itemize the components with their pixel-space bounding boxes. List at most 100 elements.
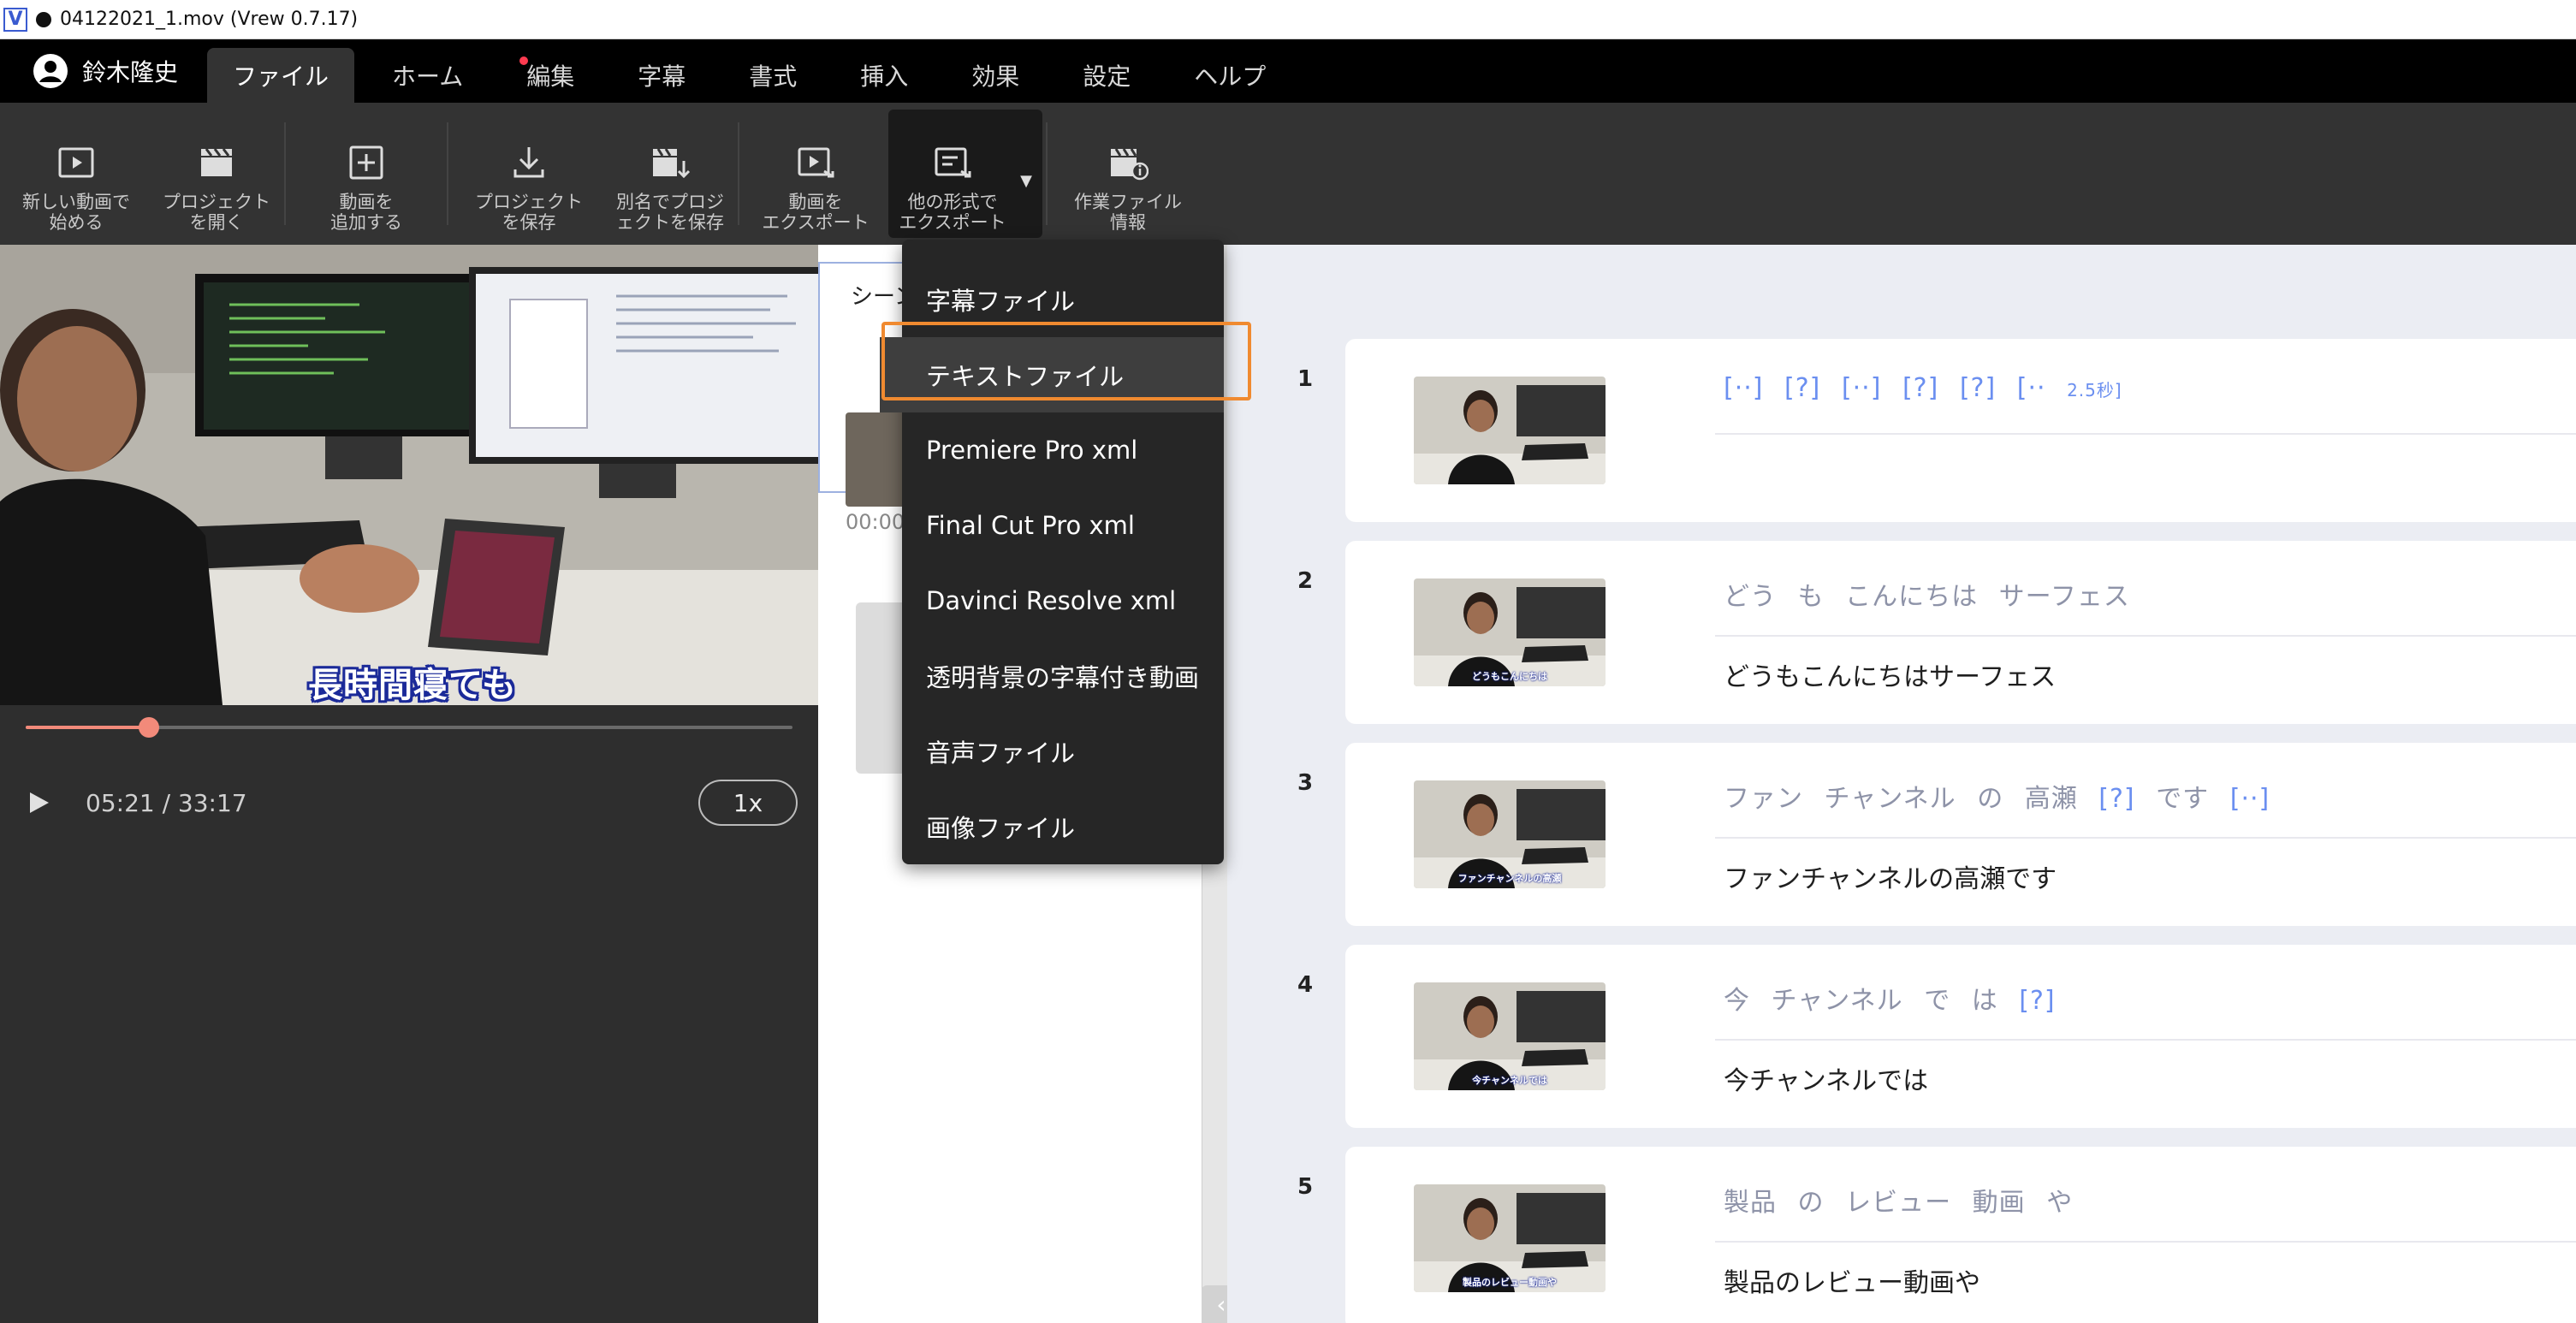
word-token[interactable]: や bbox=[2046, 1188, 2073, 1218]
transcript-clip: 2 どうもこんにちは どう も こんにちは サーフェス どうもこんにちはサーフェス bbox=[1227, 541, 2576, 724]
word-token[interactable]: どう bbox=[1724, 582, 1777, 612]
clip-number: 5 bbox=[1297, 1174, 1314, 1200]
playback-speed-button[interactable]: 1x bbox=[698, 780, 798, 826]
file-info-button[interactable]: 作業ファイル 情報 bbox=[1051, 110, 1205, 238]
word-token[interactable]: 製品 bbox=[1724, 1188, 1777, 1218]
save-as-button[interactable]: 別名でプロジ ェクトを保存 bbox=[606, 110, 734, 238]
word-token[interactable]: [··] bbox=[1724, 373, 1763, 403]
seek-thumb[interactable] bbox=[139, 717, 160, 738]
word-token[interactable]: 動画 bbox=[1973, 1188, 2026, 1218]
word-token[interactable]: 高瀬 bbox=[2025, 784, 2078, 814]
toolbar-separator bbox=[284, 122, 286, 225]
clip-divider bbox=[1715, 1241, 2576, 1243]
add-video-button[interactable]: 動画を 追加する bbox=[289, 110, 443, 238]
clapperboard-info-icon bbox=[1111, 148, 1149, 181]
clip-thumbnail-caption: ファンチャンネルの高瀬 bbox=[1457, 873, 1562, 884]
silence-duration: 2.5秒] bbox=[2067, 380, 2122, 400]
seek-bar[interactable] bbox=[26, 717, 792, 738]
tab-help[interactable]: ヘルプ bbox=[1168, 48, 1291, 103]
clapperboard-save-icon bbox=[653, 148, 691, 179]
clip-thumbnail-caption: どうもこんにちは bbox=[1472, 671, 1547, 682]
export-other-format-label: 他の形式で エクスポート bbox=[899, 192, 1006, 233]
word-token[interactable]: 今 bbox=[1724, 986, 1750, 1016]
word-token[interactable]: [?] bbox=[1960, 373, 1996, 403]
tab-effects[interactable]: 効果 bbox=[946, 48, 1045, 103]
export-other-format-button[interactable]: 他の形式で エクスポート ▼ bbox=[888, 110, 1042, 238]
clip-subtitle-text[interactable]: 製品のレビュー動画や bbox=[1724, 1261, 1980, 1299]
clip-word-tokens: 今 チャンネル で は [?] bbox=[1724, 979, 2056, 1017]
tab-home[interactable]: ホーム bbox=[366, 48, 489, 103]
tab-edit-label: 編集 bbox=[526, 62, 575, 91]
clip-card[interactable]: [··] [?] [··] [?] [?] [·· 2.5秒] bbox=[1345, 339, 2576, 522]
word-token[interactable]: も bbox=[1798, 582, 1825, 612]
tab-subtitles[interactable]: 字幕 bbox=[612, 48, 711, 103]
clip-card[interactable]: 製品のレビュー動画や 製品 の レビュー 動画 や 製品のレビュー動画や bbox=[1345, 1147, 2576, 1323]
word-token[interactable]: チャンネル bbox=[1825, 784, 1956, 814]
menu-item-final-cut-xml[interactable]: Final Cut Pro xml bbox=[902, 488, 1224, 563]
word-token[interactable]: [?] bbox=[1784, 373, 1820, 403]
tab-file[interactable]: ファイル bbox=[207, 48, 355, 103]
word-token[interactable]: です bbox=[2156, 784, 2209, 814]
export-format-dropdown: 字幕ファイル テキストファイル Premiere Pro xml Final C… bbox=[880, 240, 1224, 864]
word-token[interactable]: [··] bbox=[1842, 373, 1881, 403]
save-project-button[interactable]: プロジェクト を保存 bbox=[452, 110, 606, 238]
transcript-panel: 1 [··] [?] [··] [?] [?] [·· 2.5秒] 2 どうもこんにち… bbox=[1227, 245, 2576, 1323]
clip-thumbnail[interactable]: 今チャンネルでは bbox=[1414, 982, 1606, 1090]
word-token[interactable]: は bbox=[1972, 986, 1998, 1016]
menu-bar: 鈴木隆史 ファイル ホーム 編集 字幕 書式 挿入 効果 設定 ヘルプ bbox=[0, 39, 2576, 103]
tab-format[interactable]: 書式 bbox=[723, 48, 822, 103]
playback-time: 05:21 / 33:17 bbox=[86, 788, 247, 817]
file-info-label: 作業ファイル 情報 bbox=[1074, 192, 1182, 233]
clip-thumbnail-caption: 今チャンネルでは bbox=[1472, 1075, 1547, 1086]
tab-settings[interactable]: 設定 bbox=[1057, 48, 1156, 103]
clip-thumbnail[interactable]: 製品のレビュー動画や bbox=[1414, 1184, 1606, 1292]
export-video-icon bbox=[798, 147, 834, 178]
menu-item-premiere-xml[interactable]: Premiere Pro xml bbox=[902, 412, 1224, 488]
clip-subtitle-text[interactable]: どうもこんにちはサーフェス bbox=[1724, 656, 2056, 693]
clip-subtitle-text[interactable]: 今チャンネルでは bbox=[1724, 1059, 1928, 1097]
word-token[interactable]: [·· bbox=[2017, 373, 2046, 403]
clip-thumbnail[interactable] bbox=[1414, 377, 1606, 484]
word-token[interactable]: ファン bbox=[1724, 784, 1803, 814]
play-icon[interactable] bbox=[26, 790, 51, 816]
menu-item-text-file[interactable]: テキストファイル bbox=[880, 337, 1224, 412]
word-token[interactable]: レビュー bbox=[1845, 1188, 1951, 1218]
save-project-label: プロジェクト を保存 bbox=[475, 192, 583, 233]
clip-card[interactable]: どうもこんにちは どう も こんにちは サーフェス どうもこんにちはサーフェス bbox=[1345, 541, 2576, 724]
clip-number: 1 bbox=[1297, 366, 1314, 392]
open-project-button[interactable]: プロジェクト を開く bbox=[152, 110, 281, 238]
unsaved-dot-icon bbox=[36, 11, 51, 27]
word-token[interactable]: こんにちは bbox=[1845, 582, 1978, 612]
tab-edit[interactable]: 編集 bbox=[501, 48, 600, 103]
new-video-button[interactable]: 新しい動画で 始める bbox=[0, 110, 152, 238]
menu-item-audio-file[interactable]: 音声ファイル bbox=[902, 714, 1224, 789]
menu-item-image-file[interactable]: 画像ファイル bbox=[902, 789, 1224, 864]
title-bar: V 04122021_1.mov (Vrew 0.7.17) bbox=[0, 0, 2576, 39]
caret-down-icon: ▼ bbox=[1020, 172, 1032, 190]
word-token[interactable]: [?] bbox=[2098, 784, 2134, 814]
clip-card[interactable]: ファンチャンネルの高瀬 ファン チャンネル の 高瀬 [?] です [··] ファ… bbox=[1345, 743, 2576, 926]
menu-item-davinci-xml[interactable]: Davinci Resolve xml bbox=[902, 563, 1224, 638]
word-token[interactable]: サーフェス bbox=[1999, 582, 2130, 612]
word-token[interactable]: チャンネル bbox=[1772, 986, 1903, 1016]
user-account[interactable]: 鈴木隆史 bbox=[0, 39, 207, 103]
export-video-button[interactable]: 動画を エクスポート bbox=[743, 110, 888, 238]
tab-insert[interactable]: 挿入 bbox=[834, 48, 934, 103]
menu-item-transparent-subtitle-video[interactable]: 透明背景の字幕付き動画 bbox=[902, 638, 1224, 714]
word-token[interactable]: [?] bbox=[1902, 373, 1938, 403]
clip-card[interactable]: 今チャンネルでは今 チャンネル で は [?] 今チャンネルでは bbox=[1345, 945, 2576, 1128]
menu-item-subtitle-file[interactable]: 字幕ファイル bbox=[902, 262, 1224, 337]
word-token[interactable]: の bbox=[1798, 1188, 1825, 1218]
word-token[interactable]: で bbox=[1924, 986, 1950, 1016]
clip-subtitle-text[interactable]: ファンチャンネルの高瀬です bbox=[1724, 857, 2057, 895]
toolbar-separator bbox=[447, 122, 448, 225]
word-token[interactable]: [?] bbox=[2019, 986, 2055, 1016]
play-box-icon bbox=[58, 147, 94, 178]
video-frame[interactable]: 長時間寝ても bbox=[0, 245, 818, 705]
clip-thumbnail[interactable]: ファンチャンネルの高瀬 bbox=[1414, 780, 1606, 888]
word-token[interactable]: [··] bbox=[2230, 784, 2270, 814]
scene-time: 00:00 bbox=[846, 510, 905, 534]
export-subtitle-icon bbox=[935, 147, 971, 178]
word-token[interactable]: の bbox=[1977, 784, 2003, 814]
clip-thumbnail[interactable]: どうもこんにちは bbox=[1414, 578, 1606, 686]
